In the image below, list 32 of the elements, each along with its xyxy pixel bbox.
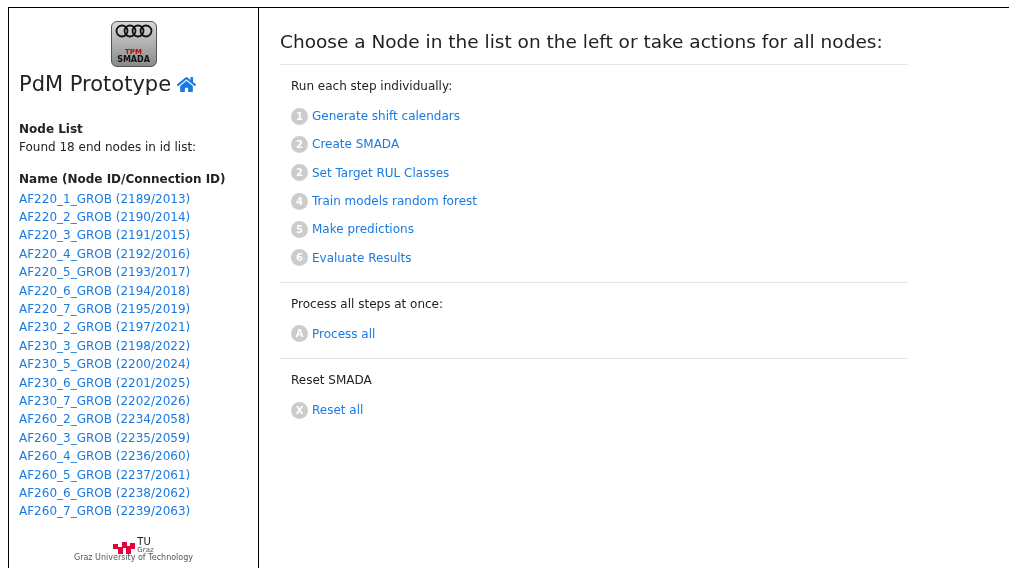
rings-icon	[114, 24, 153, 38]
page-heading: Choose a Node in the list on the left or take actions for all nodes:	[280, 30, 883, 54]
logo-text: SMADA	[117, 56, 150, 64]
node-link[interactable]: AF220_2_GROB (2190/2014)	[19, 207, 191, 227]
node-link[interactable]: AF220_1_GROB (2189/2013)	[19, 189, 191, 208]
node-link[interactable]: AF260_4_GROB (2236/2060)	[19, 447, 191, 466]
home-icon[interactable]	[177, 76, 197, 94]
node-link[interactable]: AF260_3_GROB (2235/2059)	[19, 428, 191, 448]
section-title: Node List	[19, 120, 84, 138]
node-link[interactable]: AF220_6_GROB (2194/2018)	[19, 281, 191, 300]
node-link[interactable]: AF230_5_GROB (2200/2024)	[19, 355, 191, 374]
section-title: Process all steps at once:	[291, 295, 445, 313]
node-link[interactable]: AF220_7_GROB (2195/2019)	[19, 299, 191, 319]
node-link[interactable]: AF230_7_GROB (2202/2026)	[19, 391, 191, 411]
node-link[interactable]: AF260_6_GROB (2238/2062)	[19, 484, 191, 503]
logo-text: TU	[137, 537, 151, 547]
app-title: PdM Prototype	[19, 71, 172, 98]
node-link[interactable]: AF220_3_GROB (2191/2015)	[19, 226, 191, 245]
node-link[interactable]: AF230_2_GROB (2197/2021)	[19, 318, 191, 337]
node-link[interactable]: AF260_7_GROB (2239/2063)	[19, 502, 191, 521]
node-link[interactable]: AF220_4_GROB (2192/2016)	[19, 244, 191, 264]
node-link[interactable]: AF230_3_GROB (2198/2022)	[19, 336, 191, 356]
logo-tagline: Graz University of Technology	[73, 554, 194, 562]
node-link[interactable]: AF260_2_GROB (2234/2058)	[19, 410, 191, 429]
node-link[interactable]: AF220_5_GROB (2193/2017)	[19, 263, 191, 282]
node-link[interactable]: AF260_5_GROB (2237/2061)	[19, 465, 191, 484]
section-title: Reset SMADA	[291, 372, 373, 390]
pixel-logo-icon	[113, 542, 136, 554]
node-link[interactable]: AF230_6_GROB (2201/2025)	[19, 373, 191, 392]
found-text: Found 18 end nodes in id list:	[19, 138, 198, 156]
section-title: Run each step individually:	[291, 78, 454, 95]
list-heading: Name (Node ID/Connection ID)	[19, 170, 227, 188]
